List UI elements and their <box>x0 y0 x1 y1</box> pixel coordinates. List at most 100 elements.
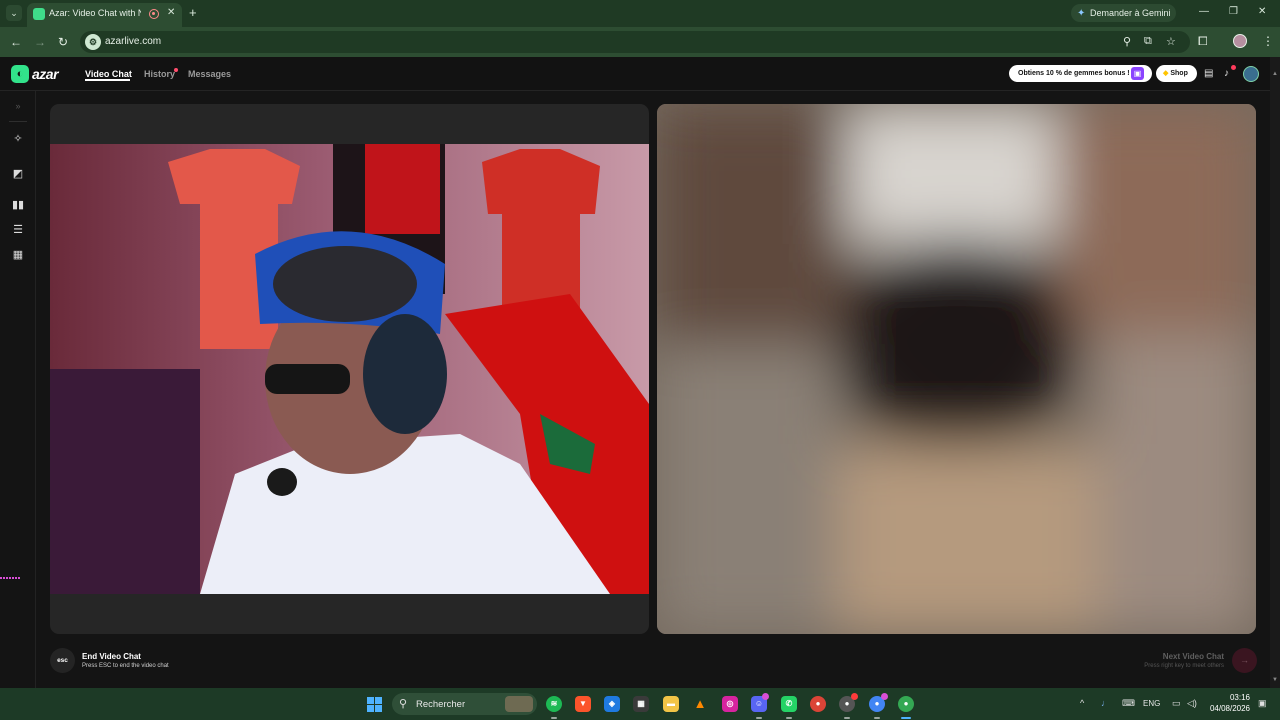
partner-video-panel <box>657 104 1256 634</box>
tray-overflow-chevron-icon[interactable]: ^ <box>1080 698 1084 708</box>
extensions-puzzle-icon[interactable]: ⧠ <box>1198 34 1208 49</box>
window-restore-button[interactable]: ❐ <box>1229 6 1238 17</box>
search-highlight-image <box>505 696 533 712</box>
tab-search-menu-icon[interactable]: ⌄ <box>6 5 22 21</box>
gem-icon: ◆ <box>1163 70 1169 77</box>
site-info-icon[interactable]: ⚙ <box>85 34 101 50</box>
gift-icon: ▣ <box>1131 67 1144 80</box>
window-minimize-button[interactable]: — <box>1199 6 1209 17</box>
history-notification-dot <box>174 68 178 72</box>
layout-grid-icon[interactable]: ▦ <box>11 248 25 261</box>
partner-blurred-feed <box>657 104 1256 634</box>
file-explorer-icon[interactable]: ▬ <box>663 696 679 712</box>
left-sidebar: » ✧ ◩ ▮▮ ☰ ▦ <box>0 91 36 688</box>
app-header: ◐ azar Video Chat History Messages Obtie… <box>0 57 1270 91</box>
page-scrollbar[interactable]: ▲ ▼ <box>1270 57 1280 688</box>
vlc-icon[interactable]: ▲ <box>692 696 708 712</box>
scroll-down-arrow-icon[interactable]: ▼ <box>1272 677 1278 683</box>
ask-gemini-button[interactable]: ✦ Demander à Gemini <box>1071 4 1176 22</box>
install-app-icon[interactable]: ⧉ <box>1144 35 1152 48</box>
gemini-sparkle-icon: ✦ <box>1077 8 1086 19</box>
spotify-icon[interactable]: ≋ <box>546 696 562 712</box>
expand-sidebar-icon[interactable]: » <box>11 101 25 111</box>
taskbar-search-label: Rechercher <box>416 699 466 710</box>
reload-icon[interactable]: ↻ <box>58 35 68 49</box>
browser-tab-bar: ⌄ Azar: Video Chat with New ✕ + ✦ Demand… <box>0 0 1280 27</box>
end-video-chat-button[interactable]: esc <box>50 648 75 673</box>
taskbar-clock-date[interactable]: 04/08/2026 <box>1204 704 1250 713</box>
chrome-profile-2-running-indicator <box>874 717 880 719</box>
azar-favicon-icon <box>33 8 45 20</box>
notification-center-icon[interactable]: ▣ <box>1258 698 1267 709</box>
recording-indicator-icon <box>149 9 159 19</box>
notification-bell-icon[interactable]: ♪ <box>1224 68 1229 79</box>
browser-toolbar: ← → ↻ ⚙ azarlive.com ⚲ ⧉ ☆ ⧠ ⋮ <box>0 27 1280 57</box>
scroll-up-arrow-icon[interactable]: ▲ <box>1272 71 1278 77</box>
browser-profile-avatar[interactable] <box>1233 34 1247 48</box>
browser-tab-azar[interactable]: Azar: Video Chat with New ✕ <box>27 3 182 27</box>
azar-logo-text[interactable]: azar <box>32 66 59 82</box>
discord-badge <box>762 693 769 700</box>
magic-wand-effects-icon[interactable]: ✧ <box>11 132 25 145</box>
taskbar-search-box[interactable]: ⚲ Rechercher <box>392 693 537 715</box>
end-video-chat-title: End Video Chat <box>82 652 141 661</box>
brave-icon[interactable]: ▼ <box>575 696 591 712</box>
windows-start-icon[interactable] <box>367 697 382 712</box>
chrome-profile-badge <box>851 693 858 700</box>
tab-close-icon[interactable]: ✕ <box>167 7 175 18</box>
chrome-profile-running-indicator <box>844 717 850 719</box>
input-language[interactable]: ENG <box>1143 699 1160 708</box>
discord-running-indicator <box>756 717 762 719</box>
promo-label: Obtiens 10 % de gemmes bonus ! <box>1018 70 1130 77</box>
filter-icon[interactable]: ◩ <box>11 167 25 180</box>
self-camera-feed <box>50 144 649 594</box>
notification-badge <box>1231 65 1236 70</box>
chrome-profile-2-badge <box>881 693 888 700</box>
defender-icon[interactable]: ◈ <box>604 696 620 712</box>
spotify-running-indicator <box>551 717 557 719</box>
keyboard-icon[interactable]: ⌨ <box>1122 698 1135 709</box>
nav-messages[interactable]: Messages <box>188 69 231 79</box>
volume-icon[interactable]: ◁) <box>1187 698 1197 709</box>
bookmark-star-icon[interactable]: ☆ <box>1166 35 1176 48</box>
whatsapp-icon[interactable]: ✆ <box>781 696 797 712</box>
instagram-icon[interactable]: ◎ <box>722 696 738 712</box>
whatsapp-running-indicator <box>786 717 792 719</box>
url-text[interactable]: azarlive.com <box>105 36 161 47</box>
sidebar-divider <box>9 121 27 122</box>
inbox-icon[interactable]: ▤ <box>1204 68 1213 79</box>
search-icon: ⚲ <box>399 698 408 710</box>
zoom-icon[interactable]: ⚲ <box>1123 35 1131 48</box>
network-icon[interactable]: ▭ <box>1172 698 1181 709</box>
layout-stacked-icon[interactable]: ☰ <box>11 223 25 236</box>
overlay-marker <box>0 569 30 579</box>
self-video-panel <box>50 104 649 634</box>
browser-menu-icon[interactable]: ⋮ <box>1262 34 1274 48</box>
end-video-chat-hint: Press ESC to end the video chat <box>82 663 169 669</box>
store-icon[interactable]: ▦ <box>633 696 649 712</box>
window-close-button[interactable]: ✕ <box>1258 6 1266 17</box>
azar-logo-icon[interactable]: ◐ <box>11 65 29 83</box>
taskbar-clock-time[interactable]: 03:16 <box>1218 693 1250 702</box>
gemini-label: Demander à Gemini <box>1090 8 1171 18</box>
back-arrow-icon[interactable]: ← <box>10 35 22 49</box>
next-video-chat-hint: Press right key to meet others <box>1144 663 1224 669</box>
chrome-active-indicator <box>901 717 911 719</box>
next-video-chat-title: Next Video Chat <box>1162 652 1224 661</box>
address-bar[interactable]: ⚙ azarlive.com ⚲ ⧉ ☆ <box>80 31 1190 53</box>
shop-label: Shop <box>1170 70 1188 77</box>
forward-arrow-icon[interactable]: → <box>34 35 46 49</box>
chrome-icon[interactable]: ● <box>810 696 826 712</box>
nav-video-chat[interactable]: Video Chat <box>85 69 132 79</box>
new-tab-button[interactable]: + <box>189 5 197 20</box>
layout-side-by-side-icon[interactable]: ▮▮ <box>11 198 25 211</box>
nav-history[interactable]: History <box>144 69 175 79</box>
windows-taskbar: ⚲ Rechercher ≋ ▼ ◈ ▦ ▬ ▲ ◎ ☺ ✆ ● ● ● ● ^… <box>0 688 1280 720</box>
nav-active-underline <box>85 79 130 81</box>
user-avatar[interactable] <box>1243 66 1259 82</box>
microphone-icon[interactable]: ♩ <box>1101 698 1110 708</box>
shop-button[interactable]: ◆ Shop <box>1156 65 1197 82</box>
chrome-profile-3-icon[interactable]: ● <box>898 696 914 712</box>
self-camera-image <box>50 144 649 594</box>
next-video-chat-button[interactable]: → <box>1232 648 1257 673</box>
